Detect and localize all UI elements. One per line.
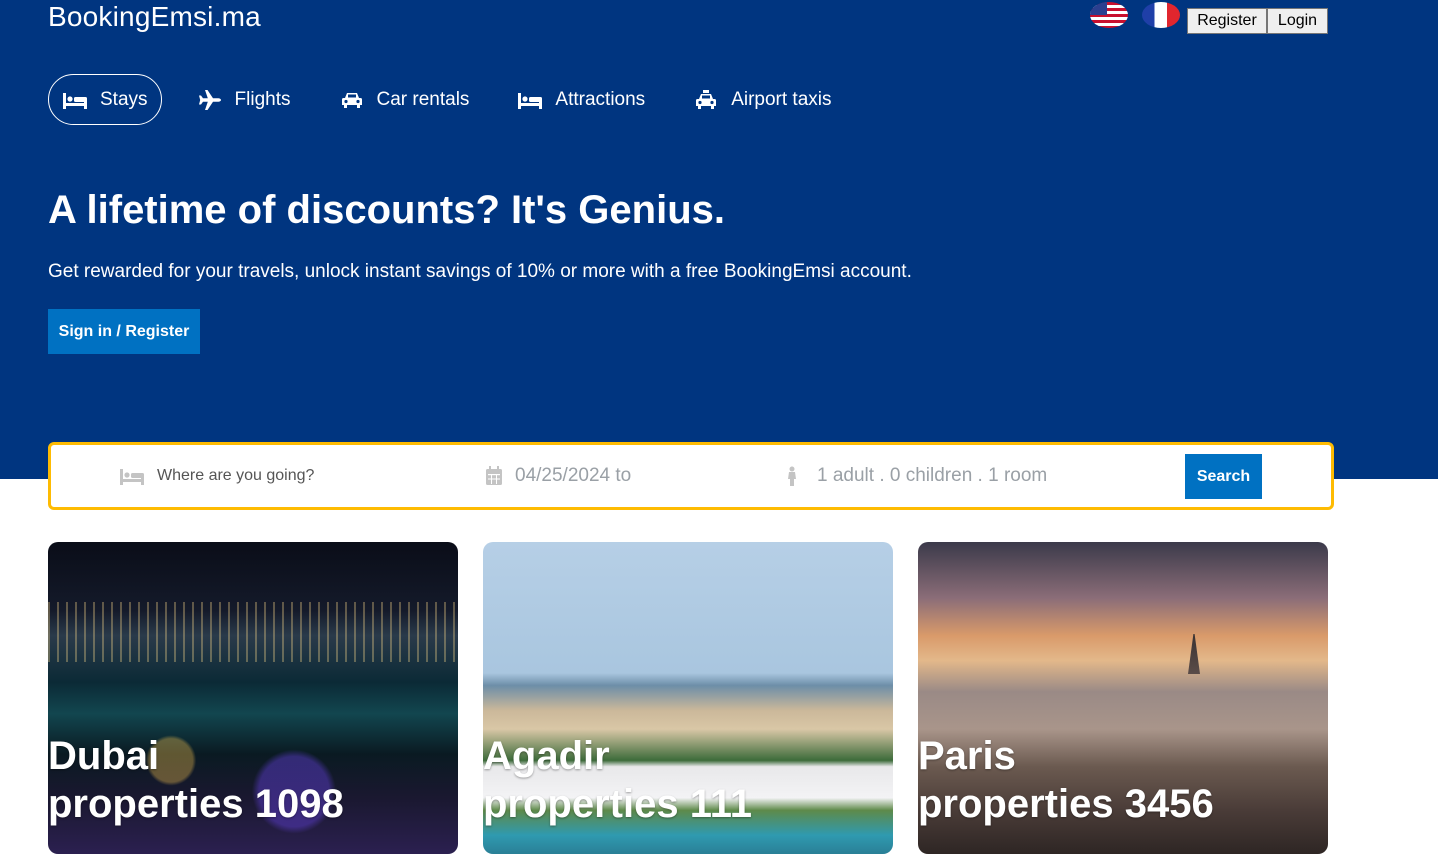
nav-item-attractions[interactable]: Attractions <box>504 74 658 125</box>
destination-field[interactable] <box>119 445 459 507</box>
bed-icon <box>517 90 543 110</box>
nav-item-label: Flights <box>234 88 291 110</box>
sign-in-register-button[interactable]: Sign in / Register <box>48 309 200 354</box>
destination-card-agadir[interactable]: Agadir properties 111 <box>483 542 893 854</box>
nav-item-flights[interactable]: Flights <box>184 74 304 125</box>
guests-input[interactable] <box>817 465 1137 487</box>
destination-card-dubai[interactable]: Dubai properties 1098 <box>48 542 458 854</box>
destination-input[interactable] <box>157 467 437 485</box>
nav-item-stays[interactable]: Stays <box>48 74 162 125</box>
date-input[interactable] <box>515 465 760 487</box>
register-button[interactable]: Register <box>1187 8 1267 34</box>
destination-city: Dubai <box>48 734 160 778</box>
fr-flag-icon[interactable] <box>1142 2 1180 28</box>
destination-properties: properties 1098 <box>48 782 344 826</box>
taxi-icon <box>693 89 719 110</box>
guests-field[interactable] <box>779 445 1159 507</box>
calendar-icon <box>485 466 503 486</box>
nav-item-label: Airport taxis <box>731 88 832 110</box>
login-button[interactable]: Login <box>1267 8 1328 34</box>
destination-properties: properties 111 <box>483 782 753 826</box>
search-button[interactable]: Search <box>1185 454 1262 499</box>
main-nav: Stays Flights Car rentals Attractions Ai… <box>48 74 845 125</box>
hero-section: BookingEmsi.ma Register Login Stays Flig… <box>0 0 1438 479</box>
nav-item-label: Attractions <box>555 88 646 110</box>
nav-item-label: Car rentals <box>376 88 470 110</box>
person-icon <box>779 466 805 486</box>
search-bar: Search <box>48 442 1334 510</box>
destination-properties: properties 3456 <box>918 782 1214 826</box>
bed-icon <box>119 466 145 486</box>
us-flag-icon[interactable] <box>1090 2 1128 28</box>
city-lights-image <box>48 602 458 662</box>
hero-subtitle: Get rewarded for your travels, unlock in… <box>48 261 912 282</box>
destination-city: Paris <box>918 734 1016 778</box>
hero-title: A lifetime of discounts? It's Genius. <box>48 188 725 232</box>
destination-card-text: Paris properties 3456 <box>918 732 1214 828</box>
nav-item-car-rentals[interactable]: Car rentals <box>326 74 483 125</box>
destination-card-paris[interactable]: Paris properties 3456 <box>918 542 1328 854</box>
destination-card-text: Agadir properties 111 <box>483 732 752 828</box>
bed-icon <box>62 90 88 110</box>
nav-item-label: Stays <box>100 88 148 110</box>
brand-logo[interactable]: BookingEmsi.ma <box>48 1 261 33</box>
destination-city: Agadir <box>483 734 610 778</box>
eiffel-tower-image <box>1188 634 1200 674</box>
destination-card-text: Dubai properties 1098 <box>48 732 344 828</box>
car-icon <box>339 90 365 110</box>
date-field[interactable] <box>485 445 760 507</box>
plane-icon <box>197 89 223 110</box>
nav-item-airport-taxis[interactable]: Airport taxis <box>680 74 844 125</box>
